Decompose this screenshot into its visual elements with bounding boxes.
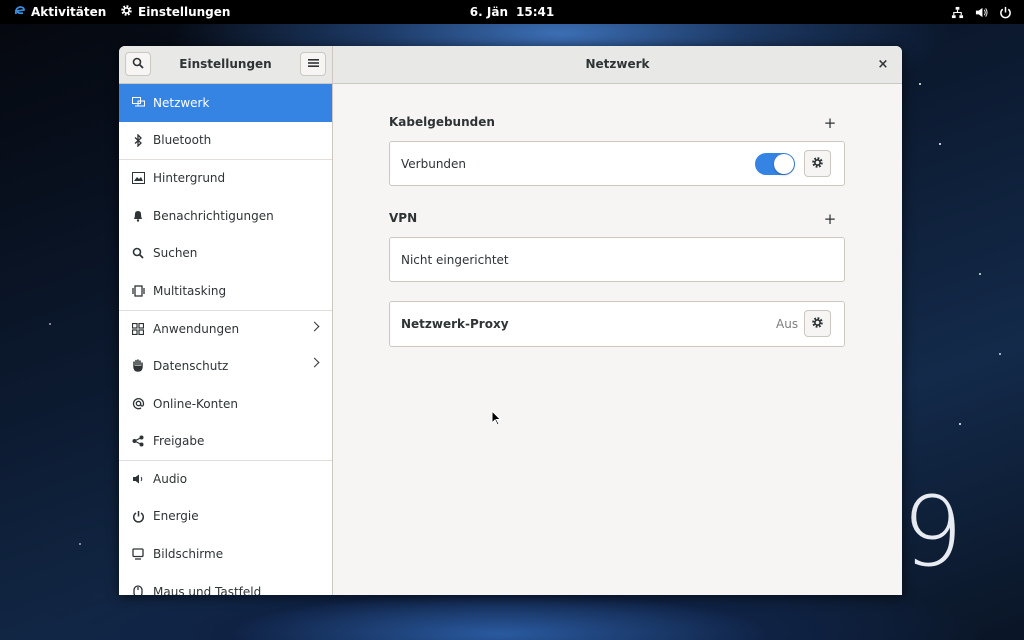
sidebar-item-label: Bildschirme bbox=[153, 546, 224, 561]
sidebar-item-maus-und-tastfeld[interactable]: Maus und Tastfeld bbox=[119, 573, 332, 595]
gear-icon bbox=[811, 316, 824, 332]
clock[interactable]: 6. Jän 15:41 bbox=[0, 0, 1024, 24]
close-button[interactable]: × bbox=[874, 55, 892, 73]
sidebar-item-label: Suchen bbox=[153, 246, 198, 261]
volume-icon bbox=[974, 5, 988, 19]
sidebar-item-datenschutz[interactable]: Datenschutz bbox=[119, 347, 332, 385]
add-vpn-button[interactable]: + bbox=[821, 210, 839, 228]
sidebar-item-freigabe[interactable]: Freigabe bbox=[119, 422, 332, 460]
sidebar-item-label: Energie bbox=[153, 509, 199, 524]
sidebar-item-netzwerk[interactable]: Netzwerk bbox=[119, 84, 332, 122]
sidebar-item-energie[interactable]: Energie bbox=[119, 498, 332, 536]
search-button[interactable] bbox=[125, 52, 151, 76]
wired-section-title: Kabelgebunden bbox=[389, 115, 495, 129]
add-wired-button[interactable]: + bbox=[821, 114, 839, 132]
close-icon: × bbox=[877, 56, 889, 72]
sidebar: Netzwerk Bluetooth Hintergrund Benachric… bbox=[119, 84, 333, 595]
wired-connection-row: Verbunden bbox=[389, 141, 845, 186]
search-icon bbox=[132, 57, 144, 72]
apps-icon bbox=[131, 322, 145, 336]
background-icon bbox=[131, 171, 145, 185]
bell-icon bbox=[131, 209, 145, 223]
sidebar-item-label: Online-Konten bbox=[153, 396, 238, 411]
sidebar-item-suchen[interactable]: Suchen bbox=[119, 234, 332, 272]
search-icon bbox=[131, 246, 145, 260]
sidebar-item-audio[interactable]: Audio bbox=[119, 459, 332, 498]
wired-toggle[interactable] bbox=[755, 153, 795, 175]
display-icon bbox=[131, 547, 145, 561]
menu-button[interactable] bbox=[300, 52, 326, 76]
proxy-settings-button[interactable] bbox=[804, 310, 831, 337]
network-panel: Kabelgebunden + Verbunden VPN + Nicht ei… bbox=[333, 84, 902, 595]
sidebar-item-label: Hintergrund bbox=[153, 171, 226, 186]
toggle-knob bbox=[774, 154, 794, 174]
bluetooth-icon bbox=[131, 133, 145, 147]
hamburger-icon bbox=[307, 57, 319, 71]
power-icon bbox=[131, 509, 145, 523]
settings-window: Einstellungen Netzwerk × Netzwerk Blueto… bbox=[119, 46, 902, 595]
sidebar-item-label: Audio bbox=[153, 472, 188, 487]
clock-date: 6. Jän bbox=[469, 5, 508, 19]
sidebar-item-label: Multitasking bbox=[153, 283, 227, 298]
sidebar-item-label: Netzwerk bbox=[153, 95, 210, 110]
multitasking-icon bbox=[131, 284, 145, 298]
plus-icon: + bbox=[823, 210, 837, 228]
wired-status: Verbunden bbox=[401, 156, 467, 171]
sidebar-item-hintergrund[interactable]: Hintergrund bbox=[119, 159, 332, 197]
sidebar-item-bluetooth[interactable]: Bluetooth bbox=[119, 122, 332, 160]
chevron-right-icon bbox=[309, 357, 320, 368]
desktop-logo: 9 bbox=[902, 476, 964, 588]
sidebar-item-label: Bluetooth bbox=[153, 133, 212, 148]
sidebar-item-label: Datenschutz bbox=[153, 358, 229, 373]
share-icon bbox=[131, 434, 145, 448]
mouse-cursor-icon bbox=[491, 409, 502, 429]
network-wired-icon bbox=[950, 5, 964, 19]
sidebar-item-label: Anwendungen bbox=[153, 321, 240, 336]
network-proxy-row[interactable]: Netzwerk-Proxy Aus bbox=[389, 301, 845, 347]
sidebar-item-label: Freigabe bbox=[153, 434, 205, 449]
sidebar-item-bildschirme[interactable]: Bildschirme bbox=[119, 535, 332, 573]
page-title: Netzwerk bbox=[585, 57, 650, 71]
network-icon bbox=[131, 96, 145, 110]
top-bar: Aktivitäten Einstellungen 6. Jän 15:41 bbox=[0, 0, 1024, 24]
clock-time: 15:41 bbox=[516, 5, 555, 19]
sidebar-item-anwendungen[interactable]: Anwendungen bbox=[119, 309, 332, 348]
vpn-row: Nicht eingerichtet bbox=[389, 237, 845, 282]
mouse-icon bbox=[131, 585, 145, 595]
header-bar: Einstellungen Netzwerk × bbox=[119, 46, 902, 84]
sidebar-item-benachrichtigungen[interactable]: Benachrichtigungen bbox=[119, 197, 332, 235]
plus-icon: + bbox=[823, 114, 837, 132]
wired-settings-button[interactable] bbox=[804, 150, 831, 177]
sidebar-item-label: Maus und Tastfeld bbox=[153, 584, 262, 595]
sidebar-item-label: Benachrichtigungen bbox=[153, 208, 274, 223]
proxy-status: Aus bbox=[776, 317, 799, 331]
system-tray[interactable] bbox=[950, 0, 1012, 24]
speaker-icon bbox=[131, 472, 145, 486]
gear-icon bbox=[811, 156, 824, 172]
sidebar-item-online-konten[interactable]: Online-Konten bbox=[119, 385, 332, 423]
vpn-status: Nicht eingerichtet bbox=[401, 252, 509, 267]
sidebar-item-multitasking[interactable]: Multitasking bbox=[119, 272, 332, 310]
chevron-right-icon bbox=[309, 321, 320, 332]
hand-icon bbox=[131, 359, 145, 373]
proxy-title: Netzwerk-Proxy bbox=[401, 317, 509, 331]
sidebar-title: Einstellungen bbox=[179, 57, 272, 71]
sidebar-header: Einstellungen bbox=[119, 46, 333, 83]
at-icon bbox=[131, 397, 145, 411]
vpn-section-title: VPN bbox=[389, 211, 418, 225]
power-icon bbox=[998, 5, 1012, 19]
